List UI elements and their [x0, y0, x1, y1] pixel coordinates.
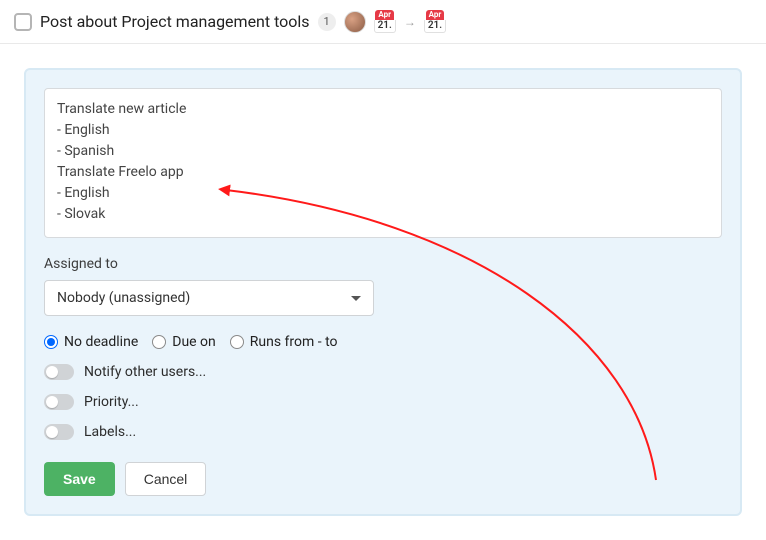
- radio-icon: [152, 335, 166, 349]
- deadline-option-none[interactable]: No deadline: [44, 334, 138, 350]
- assignee-avatar[interactable]: [344, 11, 366, 33]
- form-actions: Save Cancel: [44, 462, 722, 496]
- toggle-off-icon: [44, 364, 74, 380]
- radio-icon: [230, 335, 244, 349]
- notify-toggle-row[interactable]: Notify other users...: [44, 364, 722, 380]
- toggle-label: Labels...: [84, 424, 136, 440]
- radio-label: Runs from - to: [250, 334, 338, 350]
- radio-label: Due on: [172, 334, 216, 350]
- task-complete-checkbox[interactable]: [14, 13, 32, 31]
- task-edit-panel: Translate new article - English - Spanis…: [24, 68, 742, 516]
- toggle-off-icon: [44, 424, 74, 440]
- deadline-radio-group: No deadline Due on Runs from - to: [44, 334, 722, 350]
- task-title: Post about Project management tools: [40, 12, 310, 31]
- date-to-badge[interactable]: Apr 21.: [424, 10, 446, 33]
- day-label: 21.: [374, 20, 396, 33]
- deadline-option-due[interactable]: Due on: [152, 334, 216, 350]
- month-label: Apr: [426, 10, 445, 20]
- labels-toggle-row[interactable]: Labels...: [44, 424, 722, 440]
- comment-count-badge[interactable]: 1: [318, 13, 336, 31]
- arrow-right-icon: →: [404, 15, 416, 29]
- assigned-to-label: Assigned to: [44, 256, 722, 272]
- radio-label: No deadline: [64, 334, 138, 350]
- save-button[interactable]: Save: [44, 462, 115, 496]
- toggle-label: Notify other users...: [84, 364, 206, 380]
- cancel-button[interactable]: Cancel: [125, 462, 207, 496]
- date-from-badge[interactable]: Apr 21.: [374, 10, 396, 33]
- priority-toggle-row[interactable]: Priority...: [44, 394, 722, 410]
- month-label: Apr: [375, 10, 394, 20]
- toggle-label: Priority...: [84, 394, 139, 410]
- radio-checked-icon: [44, 335, 58, 349]
- assigned-to-value: Nobody (unassigned): [57, 290, 190, 306]
- day-label: 21.: [424, 20, 446, 33]
- task-description-input[interactable]: Translate new article - English - Spanis…: [44, 88, 722, 238]
- deadline-option-range[interactable]: Runs from - to: [230, 334, 338, 350]
- task-header: Post about Project management tools 1 Ap…: [0, 0, 766, 44]
- chevron-down-icon: [351, 296, 361, 301]
- toggle-off-icon: [44, 394, 74, 410]
- assigned-to-select[interactable]: Nobody (unassigned): [44, 280, 374, 316]
